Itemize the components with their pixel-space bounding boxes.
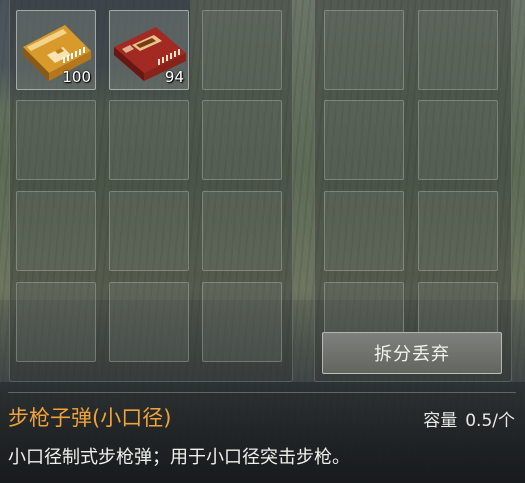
inventory-slot-7[interactable] (16, 191, 96, 271)
inventory-slot-3[interactable] (202, 10, 282, 90)
container-slot-1[interactable] (324, 10, 404, 90)
item-count: 94 (164, 68, 184, 86)
item-name: 步枪子弹(小口径) (8, 406, 172, 430)
inventory-slot-5[interactable] (109, 100, 189, 180)
inventory-slot-2[interactable]: 94 (109, 10, 189, 90)
inventory-slot-11[interactable] (109, 282, 189, 362)
container-slot-2[interactable] (418, 10, 498, 90)
inventory-screen: 100 94 拆分丢弃 步枪子弹(小口径) 容量 0.5/个 小口径制式步枪弹；… (0, 0, 525, 483)
inventory-slot-4[interactable] (16, 100, 96, 180)
container-slot-5[interactable] (324, 191, 404, 271)
inventory-slot-12[interactable] (202, 282, 282, 362)
capacity-value: 0.5/个 (465, 411, 515, 431)
container-slot-6[interactable] (418, 191, 498, 271)
inventory-slot-6[interactable] (202, 100, 282, 180)
item-capacity: 容量 0.5/个 (423, 406, 515, 431)
item-count: 100 (62, 68, 91, 86)
divider (8, 392, 516, 393)
split-drop-button[interactable]: 拆分丢弃 (322, 332, 502, 374)
inventory-slot-10[interactable] (16, 282, 96, 362)
item-description: 小口径制式步枪弹；用于小口径突击步枪。 (8, 447, 350, 468)
inventory-slot-8[interactable] (109, 191, 189, 271)
container-slot-4[interactable] (418, 100, 498, 180)
capacity-label: 容量 (423, 411, 458, 431)
container-slot-3[interactable] (324, 100, 404, 180)
inventory-slot-9[interactable] (202, 191, 282, 271)
inventory-slot-1[interactable]: 100 (16, 10, 96, 90)
